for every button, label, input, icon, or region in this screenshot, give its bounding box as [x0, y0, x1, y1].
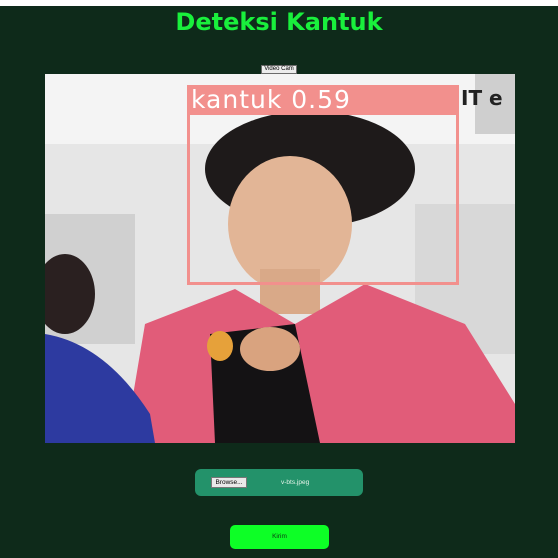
page-title: Deteksi Kantuk — [175, 8, 383, 36]
background-text: IT e — [461, 86, 503, 110]
detection-label: kantuk 0.59 — [187, 85, 459, 115]
submit-button[interactable]: Kirim — [230, 525, 329, 549]
selected-file-name: v-bts.jpeg — [281, 479, 310, 486]
detection-preview-image: kantuk 0.59 IT e — [45, 74, 515, 443]
file-upload-panel: Browse... v-bts.jpeg — [195, 469, 363, 496]
detection-bounding-box — [187, 85, 459, 285]
video-cam-button[interactable]: Video Cam — [261, 65, 297, 74]
top-bar — [0, 0, 558, 6]
browse-button[interactable]: Browse... — [211, 477, 247, 488]
